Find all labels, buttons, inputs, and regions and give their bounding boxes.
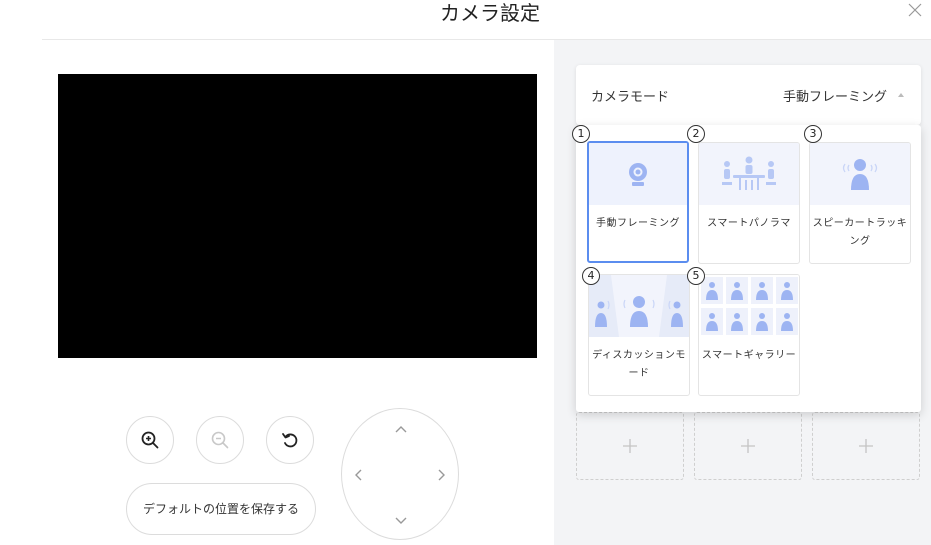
- zoom-out-button[interactable]: [196, 416, 244, 464]
- smart-panorama-thumbnail: [699, 143, 799, 205]
- caret-up-icon: [898, 93, 904, 97]
- preset-slot[interactable]: [694, 412, 802, 480]
- dialog-title: カメラ設定: [440, 1, 540, 25]
- zoom-out-icon: [211, 431, 229, 449]
- camera-mode-label: カメラモード: [591, 90, 670, 105]
- smart-gallery-thumbnail: [699, 275, 799, 337]
- plus-icon: [741, 439, 755, 453]
- discussion-thumbnail: [589, 275, 689, 337]
- option-number-marker: 4: [582, 267, 600, 285]
- camera-mode-value: 手動フレーミング: [782, 90, 887, 105]
- gallery-grid-icon: [701, 277, 798, 335]
- option-number-marker: 1: [572, 125, 590, 143]
- option-number-marker: 2: [687, 125, 705, 143]
- preset-slot[interactable]: [576, 412, 684, 480]
- save-default-position-button[interactable]: デフォルトの位置を保存する: [126, 483, 316, 535]
- zoom-in-icon: [141, 431, 159, 449]
- chevron-right-icon[interactable]: [432, 465, 452, 485]
- mode-option-label: 手動フレーミング: [596, 218, 680, 229]
- chevron-up-icon[interactable]: [391, 419, 411, 439]
- mode-option-manual-framing[interactable]: 手動フレーミング: [587, 141, 689, 263]
- chevron-left-icon[interactable]: [348, 465, 368, 485]
- camera-settings-dialog: カメラ設定 デフォルトの位置を保存する カメラモード 手動フレーミング 手動フレ…: [0, 0, 931, 545]
- reset-icon: [282, 433, 298, 448]
- mode-option-smart-gallery[interactable]: スマートギャラリー: [698, 274, 800, 396]
- reset-button[interactable]: [266, 416, 314, 464]
- option-number-marker: 5: [687, 267, 705, 285]
- webcam-icon: [629, 163, 647, 186]
- camera-mode-select[interactable]: カメラモード 手動フレーミング: [576, 65, 921, 125]
- zoom-in-button[interactable]: [126, 416, 174, 464]
- chevron-down-icon[interactable]: [391, 511, 411, 531]
- mode-option-label: スマートパノラマ: [707, 218, 791, 229]
- speaker-icon: [842, 159, 878, 190]
- discussion-icon: [589, 275, 689, 337]
- mode-option-speaker-tracking[interactable]: スピーカートラッキング: [809, 142, 911, 264]
- mode-option-label: スピーカートラッキング: [812, 218, 908, 247]
- manual-framing-thumbnail: [589, 143, 687, 205]
- plus-icon: [623, 439, 637, 453]
- mode-option-label: スマートギャラリー: [701, 350, 797, 361]
- preset-slot[interactable]: [812, 412, 920, 480]
- ptz-pad: [341, 408, 459, 540]
- mode-option-discussion[interactable]: ディスカッションモード: [588, 274, 690, 396]
- camera-preview: [58, 74, 537, 358]
- speaker-tracking-thumbnail: [810, 143, 910, 205]
- meeting-table-icon: [722, 156, 776, 190]
- mode-option-label: ディスカッションモード: [592, 350, 686, 379]
- plus-icon: [859, 439, 873, 453]
- option-number-marker: 3: [804, 125, 822, 143]
- camera-mode-dropdown: 手動フレーミング スマートパノラマ スピーカートラッキング ディスカッションモー…: [572, 125, 921, 412]
- close-icon[interactable]: [907, 2, 923, 18]
- mode-option-smart-panorama[interactable]: スマートパノラマ: [698, 142, 800, 264]
